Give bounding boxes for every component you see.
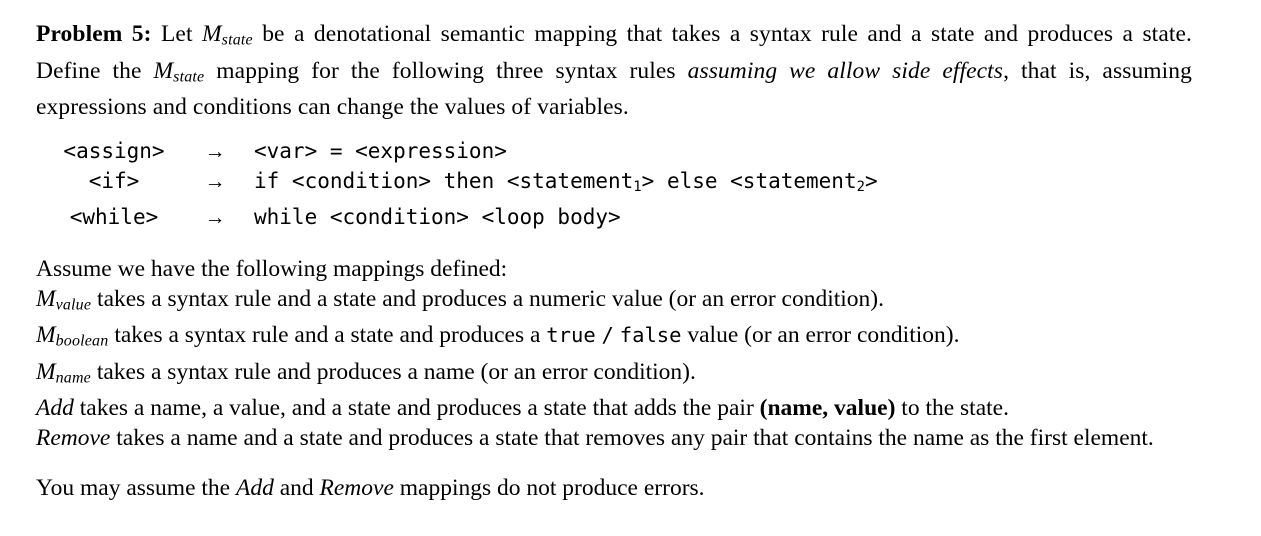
mapping-name-text: takes a syntax rule and produces a name …	[90, 358, 696, 385]
literal-true: true	[546, 323, 596, 348]
m-value-subscript: value	[55, 296, 92, 314]
syntax-rule-row-if: <if> → if <condition> then <statement1> …	[36, 166, 878, 202]
rule-rhs-if-seg3: >	[864, 169, 878, 193]
m-state-subscript-1: state	[221, 31, 253, 49]
rule-rhs-if-sub2: 2	[856, 178, 865, 195]
add-text-after: to the state.	[895, 395, 1009, 422]
mapping-line-boolean: Mboolean takes a syntax rule and a state…	[36, 320, 1192, 357]
mapping-line-value: Mvalue takes a syntax rule and a state a…	[36, 284, 1192, 321]
m-state-symbol-1: Mstate	[201, 21, 253, 49]
m-state-symbol-2: Mstate	[153, 57, 205, 86]
rule-arrow-icon-while: →	[204, 204, 226, 229]
rule-rhs-if: if <condition> then <statement1> else <s…	[252, 166, 878, 202]
closing-remove-name: Remove	[319, 475, 394, 502]
mappings-intro-line: Assume we have the following mappings de…	[36, 255, 508, 282]
syntax-rule-row-assign: <assign> → <var> = <expression>	[36, 136, 878, 166]
m-name-subscript: name	[55, 369, 91, 387]
rule-rhs-assign: <var> = <expression>	[254, 139, 507, 163]
rule-rhs-if-sub1: 1	[633, 178, 642, 195]
rule-arrow-icon-if: →	[204, 169, 226, 193]
mapping-boolean-text-before: takes a syntax rule and a state and prod…	[108, 322, 547, 349]
m-name-symbol: Mname	[36, 358, 91, 387]
rule-rhs-while: while <condition> <loop body>	[254, 204, 621, 229]
m-name-base: M	[36, 358, 56, 385]
closing-part3: mappings do not produce errors.	[393, 475, 705, 502]
rule-lhs-if: <if>	[88, 169, 140, 193]
add-text-before: takes a name, a value, and a state and p…	[73, 395, 760, 422]
problem-label: Problem 5:	[36, 21, 152, 47]
document-page: Problem 5: Let Mstate be a denotational …	[0, 0, 1261, 536]
closing-paragraph: You may assume the Add and Remove mappin…	[36, 473, 1192, 503]
remove-text: takes a name and a state and produces a …	[110, 425, 1154, 452]
syntax-rule-row-while: <while> → while <condition> <loop body>	[36, 202, 878, 232]
rule-arrow-icon-assign: →	[204, 139, 226, 163]
problem-statement-paragraph: Problem 5: Let Mstate be a denotational …	[36, 19, 1192, 122]
mappings-section: Assume we have the following mappings de…	[36, 254, 1192, 454]
m-boolean-base: M	[36, 322, 56, 349]
rule-lhs-while: <while>	[69, 204, 159, 229]
m-boolean-symbol: Mboolean	[36, 322, 109, 350]
m-state-base-1: M	[201, 21, 222, 47]
add-bold-pair: (name, value)	[759, 395, 896, 422]
syntax-rules-block: <assign> → <var> = <expression> <if> → i…	[36, 136, 878, 232]
remove-mapping-name: Remove	[36, 425, 111, 452]
rule-rhs-if-seg1: if <condition> then <statement	[254, 169, 634, 193]
intro-text-part1: Let	[151, 21, 202, 47]
closing-part2: and	[273, 475, 320, 502]
mapping-line-name: Mname takes a syntax rule and produces a…	[36, 357, 1192, 394]
intro-emphasis: assuming we allow side effects	[687, 57, 1004, 84]
closing-add-name: Add	[235, 475, 274, 502]
m-state-subscript-2: state	[173, 68, 205, 85]
add-mapping-name: Add	[36, 395, 74, 422]
closing-part1: You may assume the	[36, 475, 236, 502]
m-value-base: M	[36, 285, 56, 312]
m-value-symbol: Mvalue	[36, 285, 92, 314]
m-state-base-2: M	[153, 57, 174, 84]
rule-rhs-if-seg2: > else <statement	[641, 169, 857, 193]
mapping-boolean-text-after: value (or an error condition).	[681, 322, 960, 349]
mapping-value-text: takes a syntax rule and a state and prod…	[91, 285, 884, 312]
rule-lhs-assign: <assign>	[63, 139, 165, 163]
m-boolean-subscript: boolean	[55, 332, 109, 350]
mapping-line-remove: Remove takes a name and a state and prod…	[36, 423, 1192, 453]
literal-false: false	[619, 323, 682, 348]
intro-text-part3: mapping for the following three syntax r…	[204, 57, 688, 84]
mapping-line-add: Add takes a name, a value, and a state a…	[36, 393, 1192, 423]
literal-slash: /	[601, 323, 614, 348]
